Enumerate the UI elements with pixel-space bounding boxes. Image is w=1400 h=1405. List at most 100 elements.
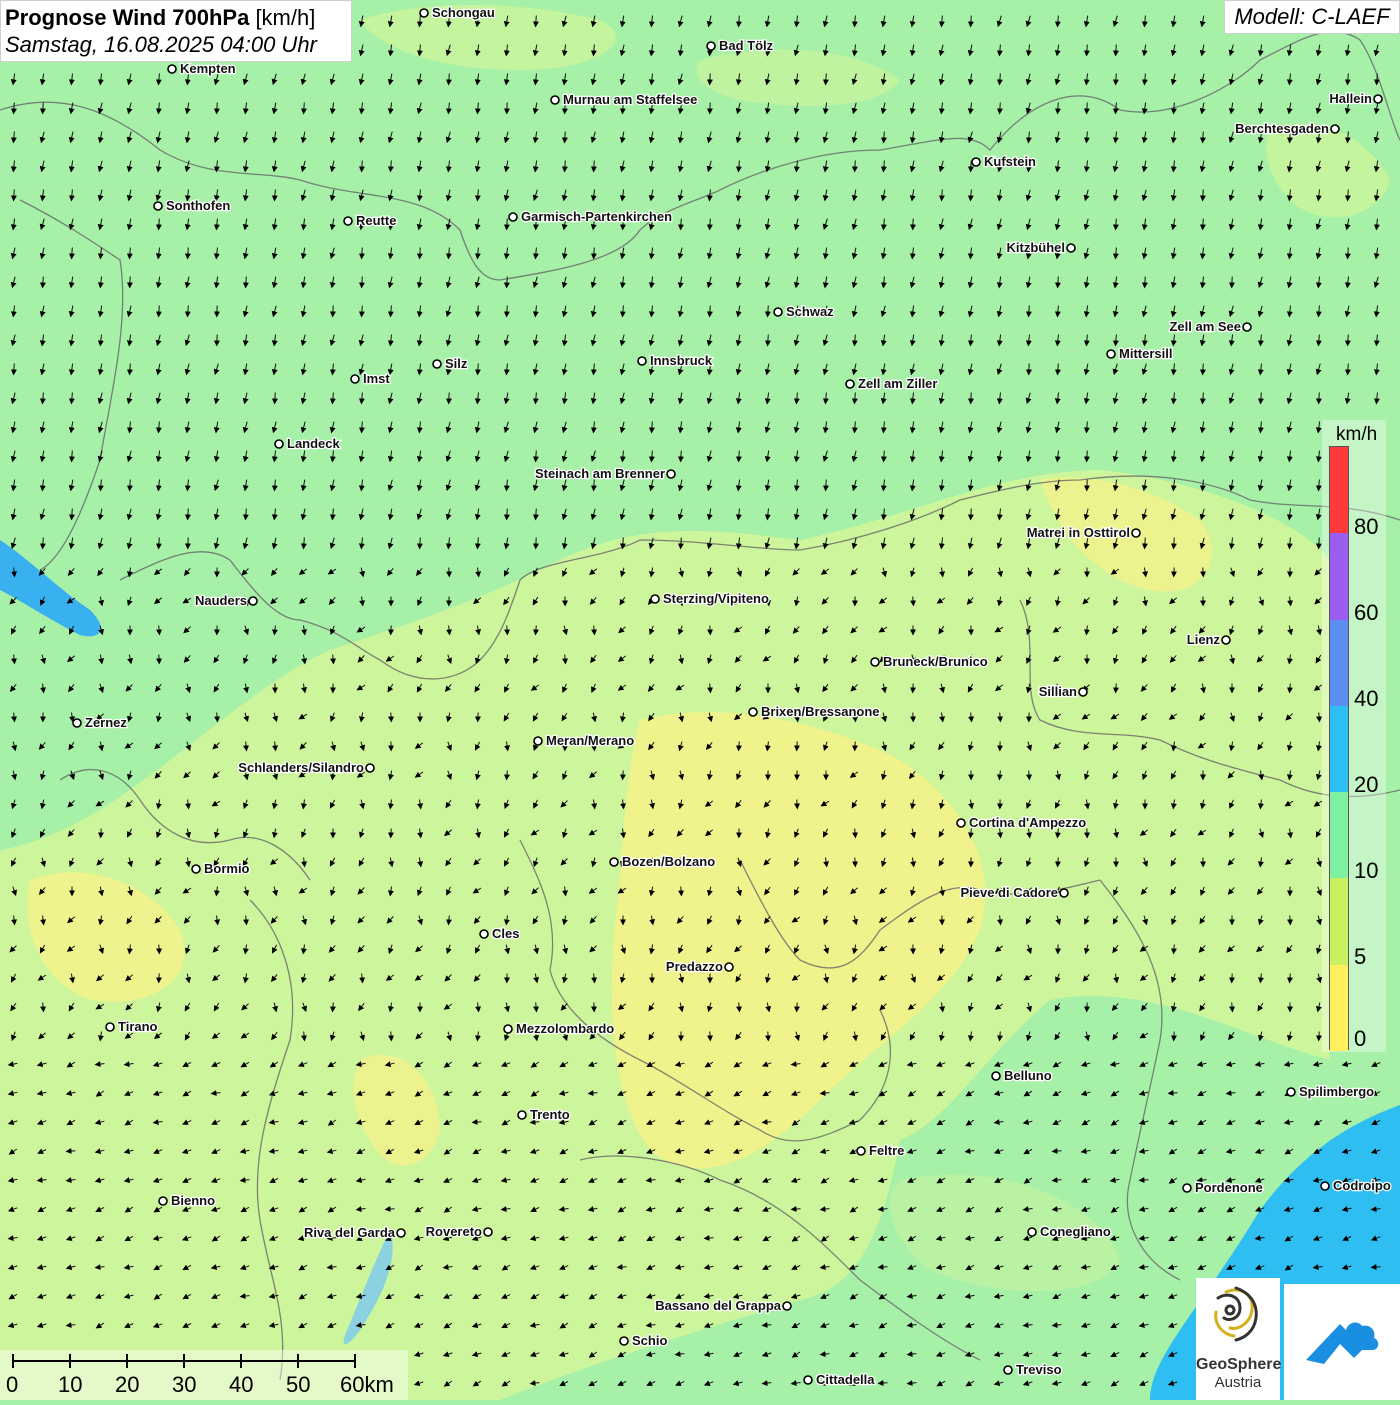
wind-arrow: [1058, 277, 1059, 286]
legend-color-segment: [1330, 447, 1348, 533]
city-dot: [1028, 1228, 1036, 1236]
wind-arrow: [1029, 771, 1030, 778]
scale-tick: [69, 1354, 71, 1368]
wind-arrow: [794, 1209, 801, 1210]
legend-tick-10: 10: [1354, 858, 1378, 884]
wind-arrow: [1058, 364, 1059, 373]
wind-arrow: [1174, 103, 1175, 112]
wind-arrow: [681, 451, 682, 460]
wind-arrow: [43, 538, 44, 547]
city-dot: [551, 96, 559, 104]
city-dot: [783, 1302, 791, 1310]
logo-text-line2: Austria: [1196, 1374, 1280, 1391]
wind-arrow: [710, 219, 711, 228]
wind-arrow: [1000, 713, 1001, 720]
city-marker: Steinach am Brenner: [535, 466, 675, 481]
wind-arrow: [1348, 190, 1349, 199]
city-label: Schlanders/Silandro: [238, 760, 364, 775]
city-label: Predazzo: [666, 959, 723, 974]
city-dot: [1321, 1182, 1329, 1190]
wind-arrow: [1029, 306, 1030, 315]
wind-arrow: [681, 219, 682, 228]
wind-arrow: [507, 219, 508, 228]
scale-label: 40: [229, 1372, 253, 1398]
wind-arrow: [507, 306, 508, 315]
wind-arrow: [362, 277, 363, 286]
wind-arrow: [765, 1325, 772, 1326]
wind-arrow: [594, 248, 595, 257]
wind-arrow: [971, 16, 972, 25]
wind-arrow: [130, 480, 131, 489]
wind-arrow: [942, 190, 943, 199]
wind-arrow: [707, 1238, 714, 1239]
wind-arrow: [1203, 364, 1204, 373]
wind-arrow: [739, 742, 740, 749]
scale-bar: 0 10 20 30 40 50 60km: [0, 1350, 408, 1400]
wind-arrow: [1348, 364, 1349, 373]
city-label: Reutte: [356, 213, 396, 228]
wind-arrow: [72, 451, 73, 460]
city-dot: [351, 375, 359, 383]
wind-arrow: [507, 626, 508, 633]
legend-tick-40: 40: [1354, 686, 1378, 712]
scale-tick: [297, 1354, 299, 1368]
wind-arrow: [246, 277, 247, 286]
wind-arrow: [188, 509, 189, 518]
city-dot: [480, 930, 488, 938]
city-label: Bassano del Grappa: [655, 1298, 781, 1313]
wind-arrow: [420, 538, 421, 547]
legend-color-segment: [1330, 878, 1348, 964]
wind-arrow: [1116, 45, 1117, 54]
city-label: Matrei in Osttirol: [1027, 525, 1130, 540]
city-label: Codroipo: [1333, 1178, 1391, 1193]
city-label: Nauders: [195, 593, 247, 608]
city-dot: [249, 597, 257, 605]
city-marker: Cortina d'Ampezzo: [957, 815, 1086, 830]
city-label: Mezzolombardo: [516, 1021, 614, 1036]
geosphere-logo-icon: [1196, 1278, 1280, 1356]
city-label: Belluno: [1004, 1068, 1052, 1083]
city-marker: Sonthofen: [154, 198, 230, 213]
wind-map: SchongauBad TölzKemptenMurnau am Staffel…: [0, 0, 1400, 1400]
city-dot: [344, 217, 352, 225]
app-logo[interactable]: [1284, 1284, 1400, 1400]
city-label: Pordenone: [1195, 1180, 1263, 1195]
wind-arrow: [507, 771, 508, 778]
wind-arrow: [536, 626, 537, 633]
wind-arrow: [275, 393, 276, 402]
wind-arrow: [855, 161, 856, 170]
city-dot: [366, 764, 374, 772]
wind-arrow: [1261, 393, 1262, 402]
wind-arrow: [826, 74, 827, 83]
wind-arrow: [449, 74, 450, 83]
wind-arrow: [1319, 538, 1320, 547]
city-label: Sterzing/Vipiteno: [663, 591, 769, 606]
city-dot: [154, 202, 162, 210]
city-dot: [534, 737, 542, 745]
city-label: Garmisch-Partenkirchen: [521, 209, 672, 224]
wind-arrow: [478, 306, 479, 315]
legend-tick-80: 80: [1354, 514, 1378, 540]
city-dot: [1331, 125, 1339, 133]
map-title-main: Prognose Wind 700hPa: [5, 5, 249, 30]
wind-arrow: [1116, 684, 1117, 691]
city-label: Steinach am Brenner: [535, 466, 665, 481]
wind-arrow: [1000, 103, 1001, 112]
city-dot: [749, 708, 757, 716]
geosphere-logo[interactable]: GeoSphere Austria: [1196, 1278, 1280, 1400]
city-label: Kitzbühel: [1007, 240, 1066, 255]
city-label: Landeck: [287, 436, 341, 451]
city-label: Hallein: [1329, 91, 1372, 106]
scale-label: 10: [58, 1372, 82, 1398]
city-dot: [106, 1023, 114, 1031]
city-marker: Pieve di Cadore: [960, 885, 1068, 900]
wind-arrow: [1290, 974, 1291, 981]
legend-unit: km/h: [1336, 424, 1377, 446]
city-label: Tirano: [118, 1019, 158, 1034]
wind-arrow: [623, 771, 624, 778]
city-label: Bruneck/Brunico: [883, 654, 988, 669]
city-marker: Innsbruck: [638, 353, 713, 368]
wind-arrow: [217, 103, 218, 112]
city-dot: [667, 470, 675, 478]
city-dot: [433, 360, 441, 368]
